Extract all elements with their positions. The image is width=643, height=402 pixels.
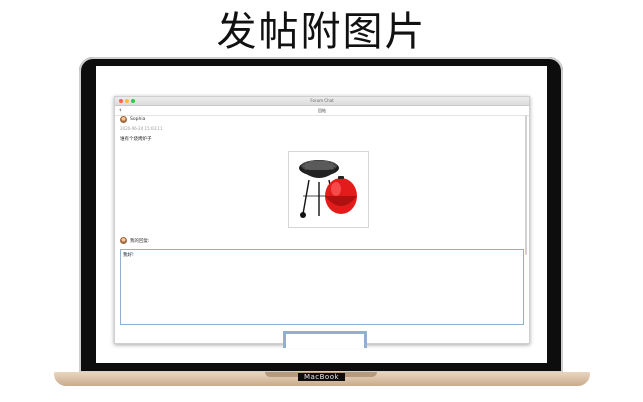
submit-button[interactable] — [283, 331, 367, 348]
app-window: Forum Chat ‹ 回帖 Sophia 2020-06-24 15:03:… — [114, 96, 530, 348]
reply-input[interactable]: 我好! — [120, 249, 524, 325]
scrollbar[interactable] — [525, 115, 527, 255]
author-avatar[interactable] — [120, 116, 127, 123]
grill-image — [299, 160, 357, 218]
post-image[interactable] — [288, 151, 369, 228]
reply-label: 我的回复: — [130, 239, 150, 244]
post-timestamp: 2020-06-24 15:03:11 — [120, 126, 163, 131]
window-title: Forum Chat — [310, 98, 334, 103]
author-name[interactable]: Sophia — [130, 117, 145, 122]
laptop-brand: MacBook — [0, 373, 643, 381]
page-headline: 发帖附图片 — [216, 9, 427, 55]
my-avatar — [120, 237, 127, 244]
laptop-screen: Forum Chat ‹ 回帖 Sophia 2020-06-24 15:03:… — [96, 66, 547, 363]
nav-title: 回帖 — [318, 108, 326, 113]
window-titlebar: Forum Chat — [115, 97, 529, 106]
nav-bar: ‹ 回帖 — [115, 106, 529, 116]
reply-input-value: 我好! — [123, 253, 134, 258]
brand-label: MacBook — [297, 373, 346, 381]
post-content: 谁有个烧烤炉子 — [120, 137, 152, 142]
